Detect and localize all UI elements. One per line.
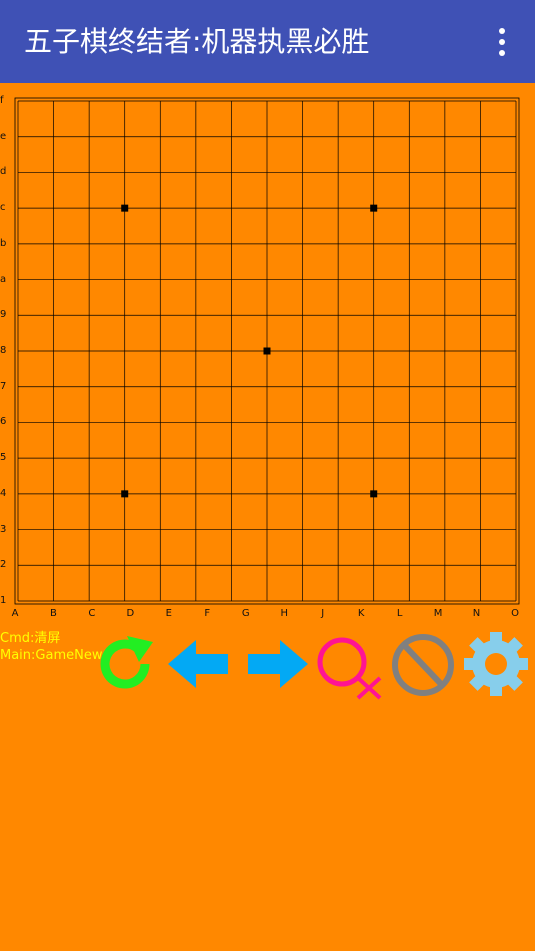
app-title: 五子棋终结者:机器执黑必胜 (24, 25, 370, 58)
app-bar: 五子棋终结者:机器执黑必胜 (0, 0, 535, 83)
search-icon (317, 637, 382, 700)
star-point (121, 204, 129, 212)
star-point (121, 490, 129, 498)
row-label: d (0, 166, 7, 178)
row-label: 6 (0, 416, 7, 428)
row-label: 9 (0, 309, 7, 321)
row-label: 7 (0, 380, 7, 392)
cancel-icon (392, 634, 454, 696)
row-label: 5 (0, 452, 7, 464)
row-label: b (0, 237, 7, 249)
column-label: D (126, 608, 135, 619)
column-label: E (165, 608, 172, 619)
row-labels: f e d c b a 9 8 7 6 5 4 3 2 1 (0, 83, 14, 628)
redo-button[interactable] (246, 638, 310, 690)
column-label: G (241, 608, 250, 619)
column-label: A (11, 608, 19, 619)
column-label: L (396, 608, 403, 619)
column-label: H (280, 608, 288, 619)
menu-dot (499, 28, 505, 34)
row-label: f (0, 95, 4, 106)
star-point (263, 347, 271, 355)
menu-dot (499, 39, 505, 45)
column-label: M (433, 608, 443, 619)
arrow-right-icon (248, 640, 308, 688)
row-label: e (0, 130, 7, 142)
search-button[interactable] (316, 634, 384, 700)
status-main: Main:GameNew (0, 648, 103, 663)
cancel-button[interactable] (390, 633, 456, 697)
more-vert-icon[interactable] (488, 24, 516, 60)
row-label: c (0, 202, 6, 214)
arrow-left-icon (168, 640, 228, 688)
refresh-icon (100, 636, 153, 689)
star-point (370, 490, 378, 498)
column-label: B (50, 608, 57, 619)
status-panel: Cmd:清屏 Main:GameNew (0, 630, 102, 664)
row-label: 4 (0, 487, 7, 499)
star-point (370, 204, 378, 212)
row-label: 1 (0, 595, 7, 606)
column-label: J (321, 608, 325, 619)
refresh-button[interactable] (93, 632, 157, 696)
settings-button[interactable] (463, 631, 529, 697)
game-board-area: f e d c b a 9 8 7 6 5 4 3 2 1 A B C D E F G H J K L M N O (0, 83, 535, 628)
menu-dot (499, 50, 505, 56)
column-label: F (204, 608, 211, 619)
column-label: N (472, 608, 481, 619)
row-label: 8 (0, 345, 7, 356)
gear-icon (464, 632, 528, 696)
row-label: 2 (0, 559, 7, 571)
column-label: C (88, 608, 96, 619)
column-label: K (357, 608, 365, 619)
status-cmd: Cmd:清屏 (0, 631, 61, 646)
column-label: O (511, 608, 519, 619)
row-label: 3 (0, 523, 7, 535)
undo-button[interactable] (166, 638, 230, 690)
row-label: a (0, 273, 7, 285)
game-board[interactable] (0, 83, 535, 628)
gear-hole (485, 653, 507, 675)
